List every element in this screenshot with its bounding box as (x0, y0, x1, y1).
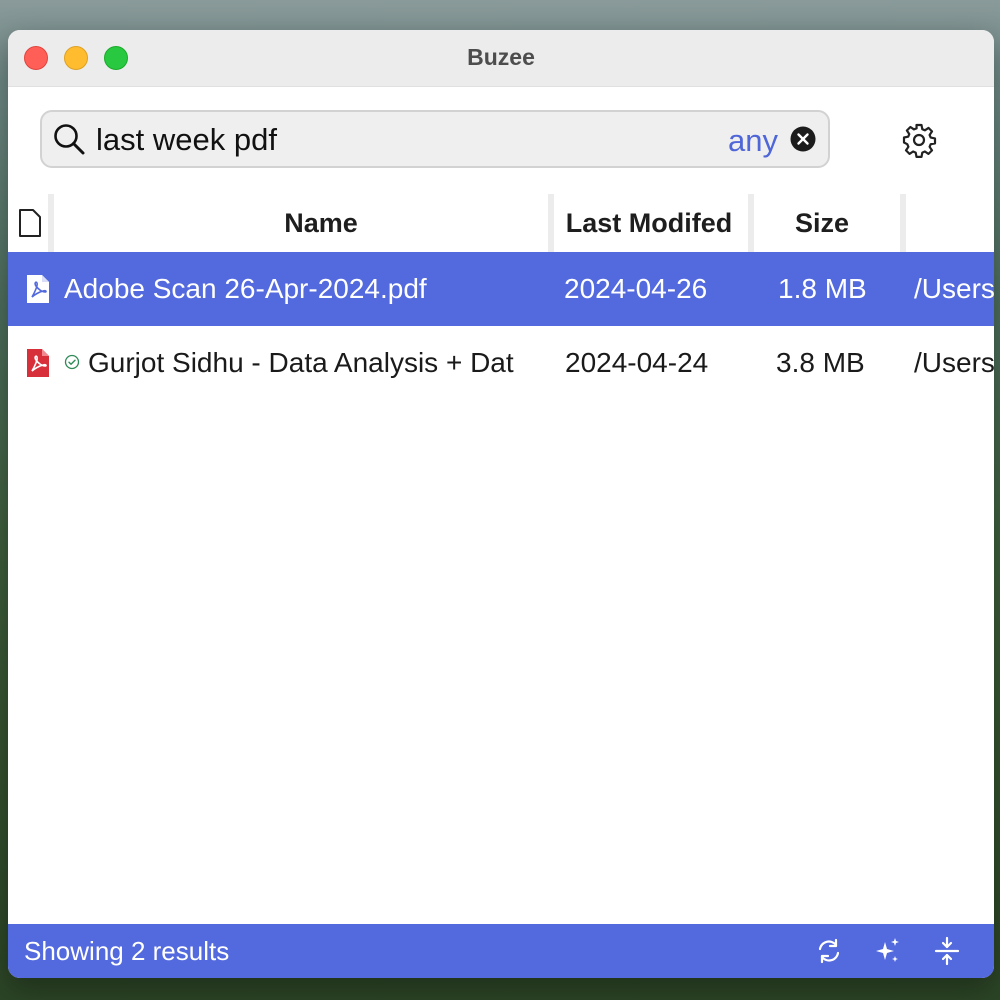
gear-icon[interactable] (901, 122, 937, 158)
column-separator[interactable] (900, 194, 906, 252)
app-window: Buzee last week pdf any Name Last Modife… (8, 30, 994, 978)
file-name: Gurjot Sidhu - Data Analysis + Dat (88, 347, 514, 378)
search-scope-selector[interactable]: any (728, 123, 778, 159)
search-input[interactable]: last week pdf (96, 122, 277, 158)
column-header-name[interactable]: Name (54, 194, 588, 252)
column-header-last-modified[interactable]: Last Modifed (554, 194, 744, 252)
result-count: Showing 2 results (24, 936, 230, 966)
file-path: /Users (914, 347, 994, 378)
check-icon (64, 354, 80, 370)
file-modified: 2024-04-26 (564, 273, 708, 304)
table-header: Name Last Modifed Size (8, 194, 994, 252)
collapse-icon[interactable] (932, 936, 962, 966)
sparkle-icon[interactable] (872, 936, 902, 966)
title-bar: Buzee (8, 30, 994, 87)
search-field[interactable]: last week pdf any (40, 110, 830, 168)
search-icon (54, 124, 85, 155)
table-row[interactable]: Gurjot Sidhu - Data Analysis + Dat 2024-… (8, 326, 994, 400)
file-modified: 2024-04-24 (565, 347, 709, 378)
file-size: 3.8 MB (776, 347, 865, 378)
table-row[interactable]: Adobe Scan 26-Apr-2024.pdf 2024-04-26 1.… (8, 252, 994, 326)
status-bar: Showing 2 results (8, 924, 994, 978)
file-size: 1.8 MB (778, 273, 867, 304)
pdf-icon (27, 349, 49, 377)
file-name: Adobe Scan 26-Apr-2024.pdf (64, 273, 427, 304)
column-header-size[interactable]: Size (754, 194, 890, 252)
pdf-icon (27, 275, 49, 303)
refresh-icon[interactable] (814, 936, 844, 966)
file-type-column-icon[interactable] (18, 208, 42, 238)
clear-icon[interactable] (790, 126, 816, 152)
file-path: /Users (914, 273, 994, 304)
window-title: Buzee (467, 44, 535, 70)
